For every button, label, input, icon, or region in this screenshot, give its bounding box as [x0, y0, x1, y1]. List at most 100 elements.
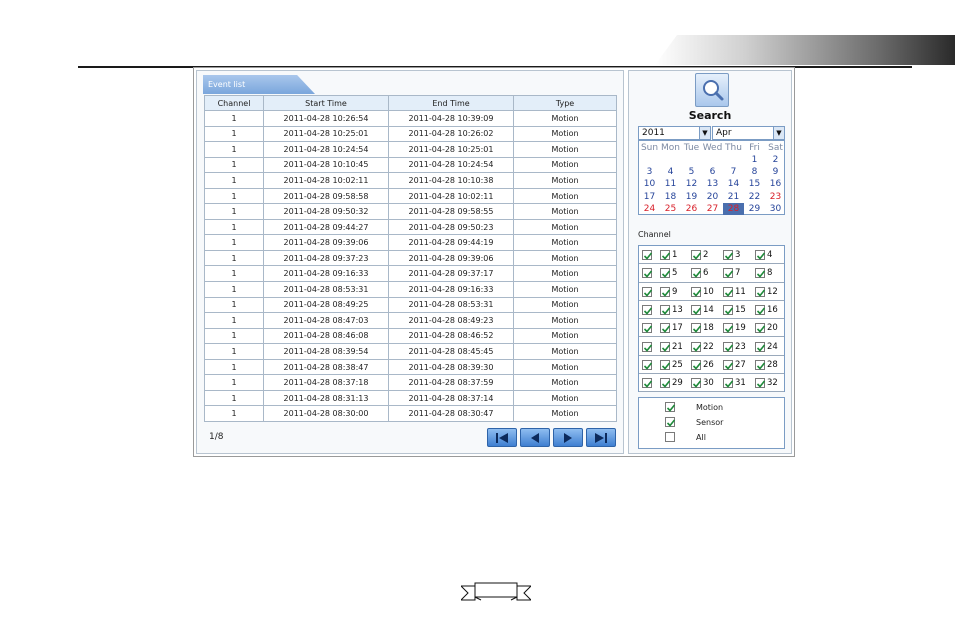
channel-checkbox[interactable] — [755, 341, 766, 352]
calendar-day[interactable]: 17 — [639, 191, 660, 203]
channel-row-checkbox[interactable] — [642, 250, 653, 260]
table-row[interactable]: 1 2011-04-28 08:53:31 2011-04-28 09:16:33 M… — [204, 281, 617, 298]
table-row[interactable]: 1 2011-04-28 10:26:54 2011-04-28 10:39:09 M… — [204, 110, 617, 127]
channel-checkbox[interactable] — [755, 304, 766, 315]
calendar-day[interactable]: 23 — [765, 191, 786, 203]
type-checkbox-motion[interactable] — [665, 402, 676, 412]
calendar-day[interactable]: 19 — [681, 191, 702, 203]
calendar-day[interactable]: 5 — [681, 166, 702, 178]
tab-event-list[interactable]: Event list — [203, 75, 315, 94]
channel-checkbox[interactable] — [660, 304, 671, 315]
channel-checkbox[interactable] — [691, 323, 702, 334]
calendar-day[interactable]: 4 — [660, 166, 681, 178]
calendar-day[interactable]: 6 — [702, 166, 723, 178]
calendar-day[interactable]: 30 — [765, 203, 786, 215]
channel-checkbox[interactable] — [660, 323, 671, 334]
table-row[interactable]: 1 2011-04-28 08:49:25 2011-04-28 08:53:31 M… — [204, 296, 617, 314]
table-row[interactable]: 1 2011-04-28 10:02:11 2011-04-28 10:10:38 M… — [204, 172, 617, 189]
calendar-day[interactable]: 7 — [723, 166, 744, 178]
channel-checkbox[interactable] — [755, 286, 766, 297]
channel-checkbox[interactable] — [660, 359, 671, 370]
channel-row-checkbox[interactable] — [642, 304, 653, 315]
channel-checkbox[interactable] — [723, 359, 734, 370]
calendar-day[interactable]: 11 — [660, 178, 681, 190]
calendar-day[interactable]: 29 — [744, 203, 765, 215]
channel-checkbox[interactable] — [660, 268, 671, 279]
prev-page-button[interactable] — [520, 428, 550, 447]
calendar-day[interactable]: 2 — [765, 154, 786, 166]
calendar-day[interactable]: 28 — [723, 202, 744, 215]
calendar-day[interactable]: 9 — [765, 166, 786, 178]
channel-checkbox[interactable] — [660, 341, 671, 352]
channel-checkbox[interactable] — [723, 268, 734, 279]
calendar-day[interactable]: 8 — [744, 166, 765, 178]
column-header-type[interactable]: Type — [513, 95, 617, 111]
table-row[interactable]: 1 2011-04-28 08:47:03 2011-04-28 08:49:23 M… — [204, 312, 617, 329]
table-row[interactable]: 1 2011-04-28 10:10:45 2011-04-28 10:24:54 M… — [204, 156, 617, 174]
table-row[interactable]: 1 2011-04-28 08:37:18 2011-04-28 08:37:59 M… — [204, 374, 617, 391]
calendar-day[interactable]: 26 — [681, 203, 702, 215]
table-row[interactable]: 1 2011-04-28 10:24:54 2011-04-28 10:25:01 M… — [204, 141, 617, 158]
column-header-channel[interactable]: Channel — [204, 95, 264, 111]
channel-row-checkbox[interactable] — [642, 378, 653, 389]
channel-row-checkbox[interactable] — [642, 341, 653, 352]
column-header-start-time[interactable]: Start Time — [263, 95, 389, 111]
calendar-day[interactable]: 18 — [660, 191, 681, 203]
calendar-day[interactable]: 15 — [744, 178, 765, 190]
table-row[interactable]: 1 2011-04-28 09:50:32 2011-04-28 09:58:55 M… — [204, 203, 617, 220]
channel-checkbox[interactable] — [691, 250, 702, 260]
channel-checkbox[interactable] — [723, 341, 734, 352]
next-page-button[interactable] — [553, 428, 583, 447]
channel-checkbox[interactable] — [755, 323, 766, 334]
calendar-day[interactable]: 22 — [744, 191, 765, 203]
calendar-day[interactable]: 20 — [702, 191, 723, 203]
calendar-day[interactable]: 21 — [723, 191, 744, 203]
table-row[interactable]: 1 2011-04-28 08:39:54 2011-04-28 08:45:45 M… — [204, 343, 617, 360]
channel-checkbox[interactable] — [755, 268, 766, 279]
table-row[interactable]: 1 2011-04-28 09:37:23 2011-04-28 09:39:06 M… — [204, 249, 617, 267]
channel-row-checkbox[interactable] — [642, 359, 653, 370]
calendar-day[interactable]: 14 — [723, 178, 744, 190]
channel-checkbox[interactable] — [723, 323, 734, 334]
channel-checkbox[interactable] — [660, 286, 671, 297]
channel-checkbox[interactable] — [755, 250, 766, 260]
channel-checkbox[interactable] — [691, 304, 702, 315]
calendar-day[interactable]: 3 — [639, 166, 660, 178]
type-checkbox-all[interactable] — [665, 432, 675, 442]
channel-checkbox[interactable] — [755, 378, 766, 389]
table-row[interactable]: 1 2011-04-28 08:31:13 2011-04-28 08:37:14 M… — [204, 389, 617, 407]
calendar-day[interactable]: 27 — [702, 203, 723, 215]
channel-checkbox[interactable] — [691, 286, 702, 297]
channel-checkbox[interactable] — [691, 378, 702, 389]
channel-checkbox[interactable] — [723, 304, 734, 315]
type-checkbox-sensor[interactable] — [665, 417, 676, 427]
channel-row-checkbox[interactable] — [642, 323, 653, 334]
channel-checkbox[interactable] — [660, 378, 671, 389]
channel-checkbox[interactable] — [723, 250, 734, 260]
column-header-end-time[interactable]: End Time — [388, 95, 514, 111]
table-row[interactable]: 1 2011-04-28 10:25:01 2011-04-28 10:26:02 M… — [204, 125, 617, 143]
calendar-day[interactable]: 12 — [681, 178, 702, 190]
calendar-day[interactable]: 10 — [639, 178, 660, 190]
calendar-day[interactable]: 16 — [765, 178, 786, 190]
table-row[interactable]: 1 2011-04-28 08:38:47 2011-04-28 08:39:30 M… — [204, 358, 617, 376]
channel-checkbox[interactable] — [723, 378, 734, 389]
calendar-day[interactable]: 24 — [639, 203, 660, 215]
table-row[interactable]: 1 2011-04-28 09:58:58 2011-04-28 10:02:11 M… — [204, 187, 617, 205]
channel-checkbox[interactable] — [691, 359, 702, 370]
year-select[interactable]: 2011 ▼ — [638, 126, 711, 140]
first-page-button[interactable] — [487, 428, 517, 447]
calendar-day[interactable]: 1 — [744, 154, 765, 166]
month-select[interactable]: Apr ▼ — [712, 126, 785, 140]
channel-checkbox[interactable] — [691, 341, 702, 352]
table-row[interactable]: 1 2011-04-28 09:44:27 2011-04-28 09:50:23 M… — [204, 218, 617, 236]
table-row[interactable]: 1 2011-04-28 08:30:00 2011-04-28 08:30:47 M… — [204, 405, 617, 422]
channel-checkbox[interactable] — [660, 250, 671, 260]
table-row[interactable]: 1 2011-04-28 09:16:33 2011-04-28 09:37:17 M… — [204, 265, 617, 283]
channel-row-checkbox[interactable] — [642, 268, 653, 279]
channel-row-checkbox[interactable] — [642, 286, 653, 297]
search-button[interactable] — [695, 73, 729, 107]
last-page-button[interactable] — [586, 428, 616, 447]
calendar-day[interactable]: 13 — [702, 178, 723, 190]
channel-checkbox[interactable] — [723, 286, 734, 297]
